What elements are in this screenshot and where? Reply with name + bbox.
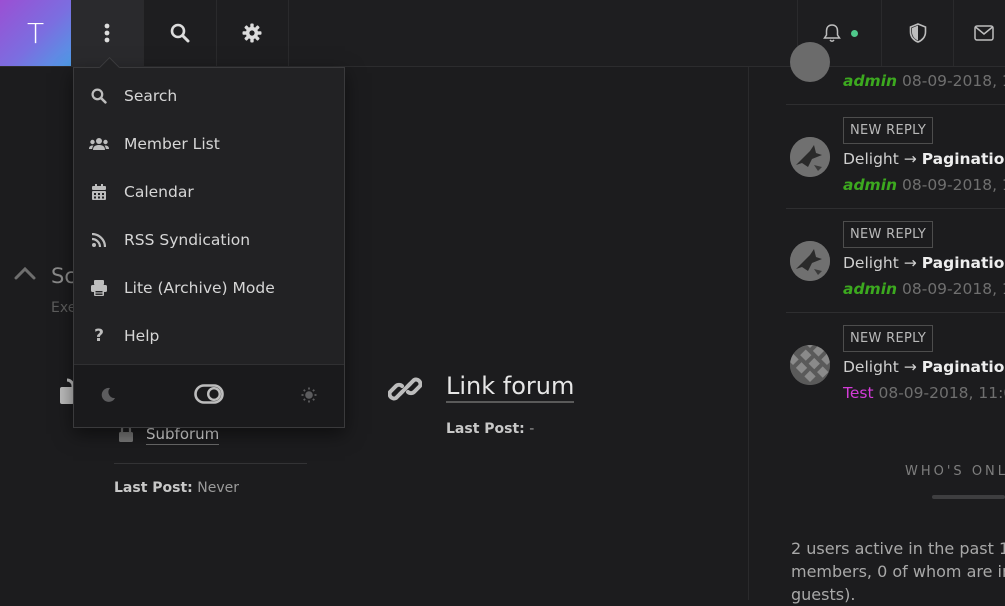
theme-switcher [74, 364, 344, 427]
avatar[interactable] [790, 137, 830, 177]
activity-meta: admin 08-09-2018, 11: [843, 72, 1005, 90]
activity-meta: Test 08-09-2018, 11:04 [843, 384, 1005, 402]
online-line: guests). [791, 585, 856, 604]
menu-item-search[interactable]: Search [74, 72, 344, 120]
more-dropdown-menu: Search Member List Calendar RSS Syndicat… [73, 56, 345, 428]
menu-item-label: Help [124, 327, 160, 345]
more-menu-button[interactable] [71, 0, 144, 66]
activity-title[interactable]: Delight → Pagination t [843, 254, 1005, 272]
activity-date: 08-09-2018, 11: [902, 72, 1005, 90]
online-line: 2 users active in the past 15 [791, 539, 1005, 558]
status-badge: NEW REPLY [843, 221, 934, 248]
menu-item-rss[interactable]: RSS Syndication [74, 216, 344, 264]
avatar[interactable] [790, 42, 830, 82]
author-name: Delight [843, 150, 899, 168]
search-icon [91, 88, 107, 104]
status-badge: NEW REPLY [843, 117, 934, 144]
moderation-button[interactable] [881, 0, 954, 66]
thread-title: Pagination t [921, 358, 1005, 376]
arrow-separator: → [903, 254, 917, 272]
thread-title: Pagination t [921, 150, 1005, 168]
activity-date: 08-09-2018, 11:04 [878, 384, 1005, 402]
moon-icon[interactable] [100, 387, 116, 407]
menu-item-label: Lite (Archive) Mode [124, 279, 275, 297]
help-icon: ? [94, 326, 104, 346]
last-post-label: Last Post: [114, 480, 193, 496]
forum-last-post: Last Post: Never [114, 480, 239, 496]
username-link[interactable]: admin [843, 72, 897, 90]
column-divider [748, 67, 749, 600]
whos-online-heading: WHO'S ONL [905, 464, 1005, 479]
rss-icon [92, 233, 106, 247]
last-post-label: Last Post: [446, 421, 525, 437]
activity-meta: admin 08-09-2018, 11: [843, 176, 1005, 194]
toggle-icon [194, 384, 224, 404]
link-forum-title[interactable]: Link forum [446, 372, 575, 403]
menu-item-member-list[interactable]: Member List [74, 120, 344, 168]
menu-item-label: RSS Syndication [124, 231, 251, 249]
bell-icon [822, 24, 841, 42]
online-users-text: 2 users active in the past 15 members, 0… [791, 537, 1005, 606]
activity-meta: admin 08-09-2018, 11: [843, 280, 1005, 298]
online-line: members, 0 of whom are in [791, 562, 1005, 581]
menu-item-lite-mode[interactable]: Lite (Archive) Mode [74, 264, 344, 312]
menu-item-label: Calendar [124, 183, 194, 201]
collapse-chevron-icon[interactable] [14, 266, 36, 284]
status-badge: NEW REPLY [843, 325, 934, 352]
theme-toggle[interactable] [194, 384, 224, 408]
calendar-icon [92, 184, 106, 200]
activity-title[interactable]: Delight → Pagination t [843, 150, 1005, 168]
forum-lock-icon [60, 374, 75, 408]
activity-title[interactable]: Delight → Pagination t [843, 358, 1005, 376]
top-bar: T [0, 0, 1005, 67]
menu-item-help[interactable]: ? Help [74, 312, 344, 360]
subforum-link[interactable]: Subforum [146, 425, 220, 445]
avatar[interactable] [790, 345, 830, 385]
whos-online-underline [932, 495, 1005, 499]
menu-item-label: Search [124, 87, 178, 105]
author-name: Delight [843, 254, 899, 272]
activity-date: 08-09-2018, 11: [902, 176, 1005, 194]
link-icon [387, 372, 423, 410]
username-link[interactable]: admin [843, 280, 897, 298]
forum-last-post: Last Post: - [446, 421, 534, 437]
mail-icon [974, 25, 994, 41]
last-post-value: Never [197, 480, 239, 496]
gear-icon [242, 23, 262, 43]
arrow-separator: → [903, 150, 917, 168]
activity-date: 08-09-2018, 11: [902, 280, 1005, 298]
avatar[interactable] [790, 241, 830, 281]
username-link[interactable]: admin [843, 176, 897, 194]
menu-item-calendar[interactable]: Calendar [74, 168, 344, 216]
menu-item-label: Member List [124, 135, 220, 153]
last-post-value: - [529, 421, 535, 437]
more-vertical-icon [104, 23, 110, 43]
users-icon [89, 138, 109, 150]
search-button[interactable] [144, 0, 217, 66]
logo-letter: T [26, 16, 45, 50]
printer-icon [91, 280, 107, 296]
messages-button[interactable] [953, 0, 1005, 66]
thread-title: Pagination t [921, 254, 1005, 272]
shield-icon [909, 23, 927, 43]
username-link[interactable]: Test [843, 384, 874, 402]
search-icon [170, 23, 190, 43]
sun-icon[interactable] [301, 387, 317, 407]
author-name: Delight [843, 358, 899, 376]
arrow-separator: → [903, 358, 917, 376]
divider [114, 463, 307, 464]
site-logo[interactable]: T [0, 0, 71, 66]
settings-button[interactable] [216, 0, 289, 66]
notification-dot [850, 29, 858, 37]
